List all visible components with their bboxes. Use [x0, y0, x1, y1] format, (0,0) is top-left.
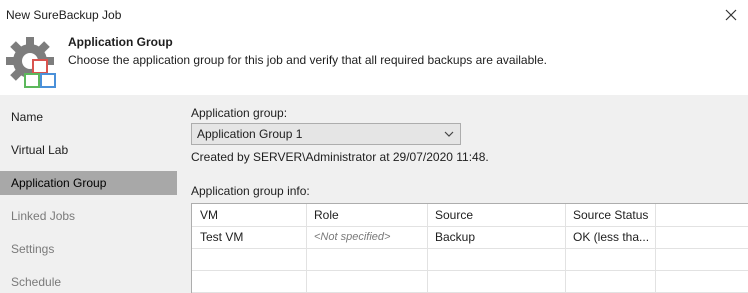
step-virtual-lab[interactable]: Virtual Lab: [0, 138, 177, 162]
row-divider: [192, 248, 748, 249]
chevron-down-icon: [444, 131, 454, 137]
app-group-label: Application group:: [191, 106, 288, 120]
row-divider: [192, 270, 748, 271]
table-row[interactable]: Test VM <Not specified> Backup OK (less …: [192, 226, 748, 248]
title-bar: New SureBackup Job: [0, 0, 748, 31]
wizard-header: Application Group Choose the application…: [0, 31, 748, 95]
column-header-source[interactable]: Source: [427, 204, 565, 226]
main-panel: Application group: Application Group 1 C…: [177, 95, 748, 293]
step-schedule[interactable]: Schedule: [0, 270, 177, 293]
window-title: New SureBackup Job: [6, 8, 122, 22]
cell-source-status: OK (less tha...: [573, 230, 650, 244]
cell-source: Backup: [435, 230, 476, 244]
column-header-vm[interactable]: VM: [192, 204, 306, 226]
step-linked-jobs[interactable]: Linked Jobs: [0, 204, 177, 228]
gear-with-boxes-icon: [6, 37, 56, 88]
app-group-info-table[interactable]: VM Role Source Source Status Test VM <No…: [191, 203, 748, 293]
step-application-group[interactable]: Application Group: [0, 171, 177, 195]
cell-vm: Test VM: [200, 230, 244, 244]
step-name[interactable]: Name: [0, 105, 177, 129]
app-group-dropdown[interactable]: Application Group 1: [191, 123, 461, 145]
close-icon: [725, 9, 737, 21]
column-header-source-status[interactable]: Source Status: [565, 204, 655, 226]
wizard-steps-sidebar: Name Virtual Lab Application Group Linke…: [0, 95, 177, 293]
cell-role: <Not specified>: [314, 231, 391, 243]
app-group-info-label: Application group info:: [191, 184, 310, 198]
close-button[interactable]: [714, 0, 748, 30]
step-title: Application Group: [68, 35, 173, 49]
table-header-row: VM Role Source Source Status: [192, 204, 748, 226]
created-by-text: Created by SERVER\Administrator at 29/07…: [191, 150, 489, 164]
step-description: Choose the application group for this jo…: [68, 53, 547, 67]
app-group-selected-value: Application Group 1: [197, 127, 303, 141]
step-settings[interactable]: Settings: [0, 237, 177, 261]
column-header-role[interactable]: Role: [306, 204, 427, 226]
